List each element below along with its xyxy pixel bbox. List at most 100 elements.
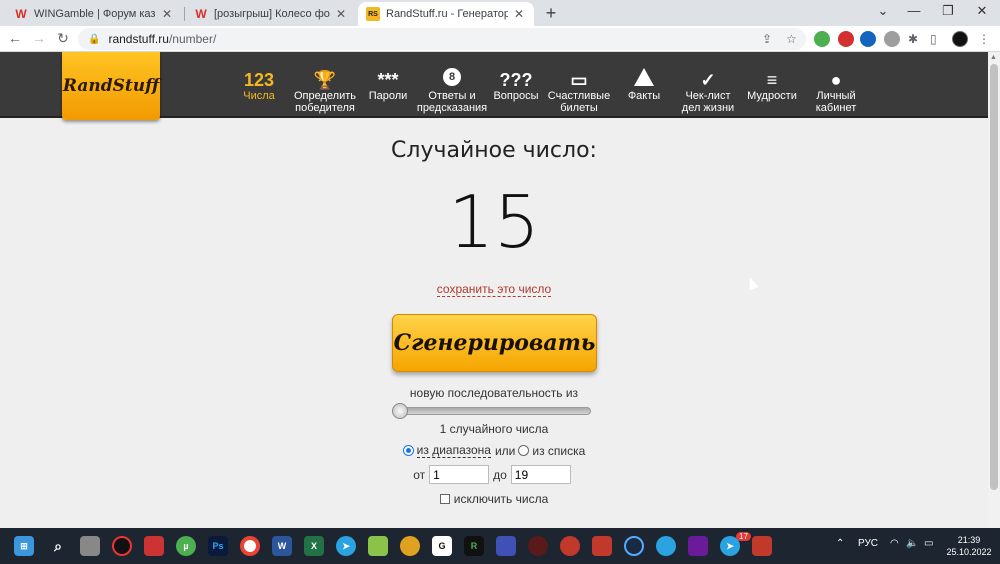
extension-icon[interactable] xyxy=(860,31,876,47)
window-close-icon[interactable]: ✕ xyxy=(972,3,992,19)
back-icon[interactable]: ← xyxy=(6,30,24,46)
randstuff-icon: RS xyxy=(366,7,380,21)
volume-icon[interactable]: 🔈 xyxy=(906,538,918,549)
app-icon[interactable]: R xyxy=(464,536,484,556)
menu-passwords[interactable]: *** Пароли xyxy=(362,52,414,118)
from-input[interactable] xyxy=(429,465,490,484)
close-icon[interactable]: ✕ xyxy=(160,7,174,21)
chrome-icon[interactable] xyxy=(240,536,260,556)
range-radio-label[interactable]: из диапазона xyxy=(416,443,491,458)
forward-icon[interactable]: → xyxy=(30,30,48,46)
app-icon[interactable] xyxy=(528,536,548,556)
utorrent-icon[interactable]: µ xyxy=(176,536,196,556)
task-view-icon[interactable] xyxy=(80,536,100,556)
adblock-icon[interactable] xyxy=(838,31,854,47)
menu-label: Определить победителя xyxy=(293,90,356,114)
language-indicator[interactable]: РУС xyxy=(858,538,878,549)
exclude-checkbox[interactable] xyxy=(439,494,450,504)
obs-icon[interactable] xyxy=(112,536,132,556)
menu-lucky-tickets[interactable]: ▭ Счастливые билеты xyxy=(546,52,612,118)
browser-menu-icon[interactable]: ⋮ xyxy=(978,32,990,46)
menu-label: Счастливые билеты xyxy=(547,90,611,114)
app-icon[interactable] xyxy=(752,536,772,556)
save-icon[interactable] xyxy=(496,536,516,556)
skype-icon[interactable] xyxy=(656,536,676,556)
start-icon[interactable]: ⊞ xyxy=(14,536,34,556)
menu-checklist[interactable]: ✓ Чек-лист дел жизни xyxy=(676,52,740,118)
restore-icon[interactable]: ❐ xyxy=(938,3,958,19)
gog-icon[interactable]: G xyxy=(432,536,452,556)
url-path: /number/ xyxy=(168,32,217,46)
save-number-link[interactable]: сохранить это число xyxy=(436,282,552,297)
close-icon[interactable]: ✕ xyxy=(512,7,526,21)
scrollbar-thumb[interactable] xyxy=(990,64,998,490)
clock-time: 21:39 xyxy=(957,535,981,545)
tab-randstuff[interactable]: RS RandStuff.ru - Генератор случай ✕ xyxy=(358,2,534,26)
tab-title: RandStuff.ru - Генератор случай xyxy=(386,8,508,20)
close-icon[interactable]: ✕ xyxy=(334,7,348,21)
sequence-label: новую последовательность из xyxy=(409,386,579,400)
randstuff-page: RandStuff 123 Числа 🏆 Определить победит… xyxy=(0,52,988,528)
count-slider[interactable] xyxy=(392,403,591,419)
extensions-puzzle-icon[interactable]: ✱ xyxy=(908,32,918,46)
tabs-menu-icon[interactable]: ⌄ xyxy=(873,3,893,19)
profile-avatar[interactable] xyxy=(952,31,968,47)
to-label: до xyxy=(493,467,507,482)
scroll-up-icon[interactable]: ▲ xyxy=(990,54,997,61)
app-icon[interactable] xyxy=(624,536,644,556)
battery-icon[interactable]: ▭ xyxy=(924,538,933,549)
tab-wingamble-wheel[interactable]: W [розыгрыш] Колесо фортуны W ✕ xyxy=(186,2,356,26)
tab-wingamble-forum[interactable]: W WINGamble | Форум казино, по: ✕ xyxy=(6,2,182,26)
list-radio-label[interactable]: из списка xyxy=(532,444,585,458)
tray-chevron-icon[interactable]: ⌃ xyxy=(836,538,844,549)
menu-label: Личный кабинет xyxy=(815,90,857,114)
to-input[interactable] xyxy=(510,465,571,484)
menu-answers[interactable]: 8 Ответы и предсказания xyxy=(414,52,490,118)
menu-facts[interactable]: Факты xyxy=(618,52,670,118)
exclude-label[interactable]: исключить числа xyxy=(454,492,549,506)
new-tab-button[interactable]: + xyxy=(541,3,561,24)
app-icon[interactable] xyxy=(560,536,580,556)
telegram-icon[interactable]: ➤ xyxy=(336,536,356,556)
excel-icon[interactable]: X xyxy=(304,536,324,556)
randstuff-logo[interactable]: RandStuff xyxy=(62,52,160,120)
exclude-option: исключить числа xyxy=(0,492,988,506)
app-icon[interactable] xyxy=(592,536,612,556)
or-label: или xyxy=(494,443,516,458)
reload-icon[interactable]: ↻ xyxy=(54,30,72,47)
search-icon[interactable]: ⌕ xyxy=(48,536,68,556)
address-bar[interactable]: 🔒 randstuff.ru /number/ xyxy=(78,28,806,50)
wifi-icon[interactable]: ◠ xyxy=(890,538,899,549)
photoshop-icon[interactable]: Ps xyxy=(208,536,228,556)
app-icon[interactable] xyxy=(688,536,708,556)
menu-account[interactable]: ● Личный кабинет xyxy=(806,52,866,118)
bookmark-star-icon[interactable]: ☆ xyxy=(786,32,797,46)
page-scrollbar[interactable]: ▲ xyxy=(988,52,1000,528)
clock-date: 25.10.2022 xyxy=(946,547,992,557)
app-icon[interactable] xyxy=(144,536,164,556)
extension-icon[interactable] xyxy=(814,31,830,47)
browser-window: W WINGamble | Форум казино, по: ✕ W [роз… xyxy=(0,0,1000,528)
range-inputs: от до xyxy=(0,465,988,484)
minimize-icon[interactable]: — xyxy=(904,3,924,18)
system-clock[interactable]: 21:39 25.10.2022 xyxy=(944,534,994,558)
generate-button[interactable]: Сгенерировать xyxy=(392,314,597,372)
menu-wisdom[interactable]: ≡ Мудрости xyxy=(744,52,800,118)
word-icon[interactable]: W xyxy=(272,536,292,556)
menu-pick-winner[interactable]: 🏆 Определить победителя xyxy=(290,52,360,118)
url-host: randstuff.ru xyxy=(108,32,169,46)
menu-label: Вопросы xyxy=(493,90,539,102)
list-radio[interactable] xyxy=(518,445,530,456)
menu-questions[interactable]: ??? Вопросы xyxy=(490,52,542,118)
menu-numbers[interactable]: 123 Числа xyxy=(230,52,288,118)
range-radio[interactable] xyxy=(402,445,414,456)
app-icon[interactable] xyxy=(400,536,420,556)
shield-icon[interactable] xyxy=(884,31,900,47)
random-number: 15 xyxy=(448,180,540,264)
side-panel-icon[interactable]: ▯ xyxy=(930,32,937,46)
slider-handle[interactable] xyxy=(392,403,408,419)
notepad-icon[interactable] xyxy=(368,536,388,556)
share-icon[interactable]: ⇪ xyxy=(762,32,772,46)
windows-taskbar: ⊞ ⌕ µ Ps W X ➤ G R ➤ 17 ⌃ РУС ◠ 🔈 ▭ 21:3… xyxy=(0,528,1000,564)
menu-label: Чек-лист дел жизни xyxy=(681,90,735,114)
